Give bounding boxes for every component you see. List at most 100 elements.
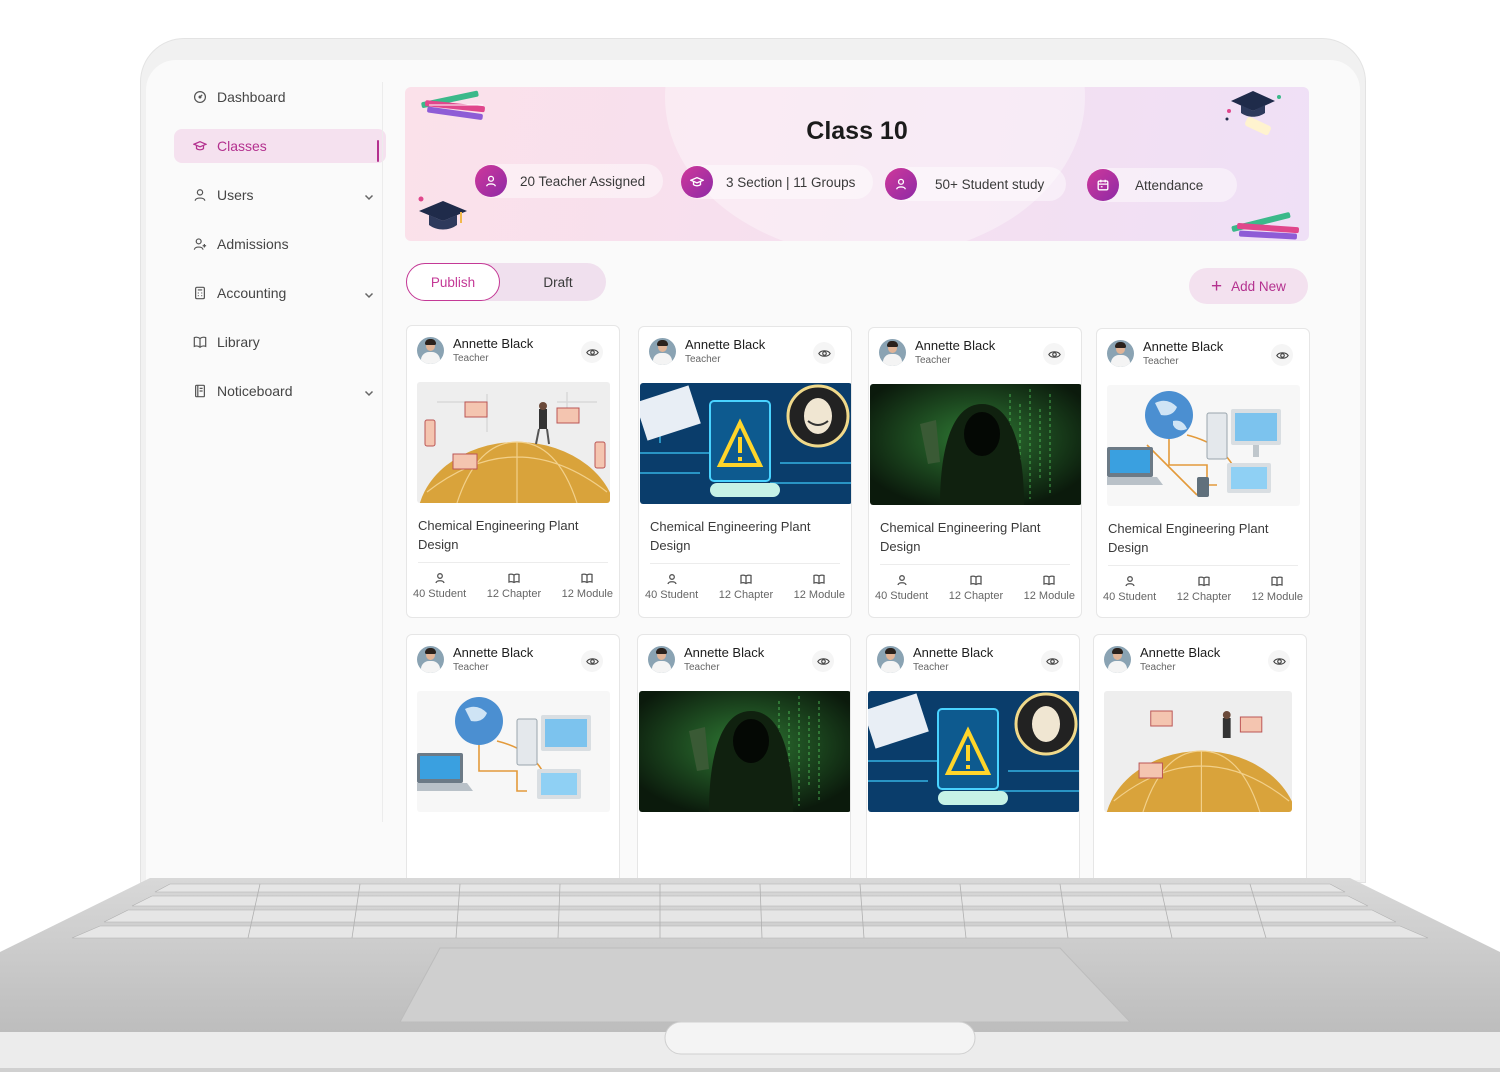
course-thumbnail — [639, 691, 850, 812]
eye-icon[interactable] — [1271, 344, 1293, 366]
stat-label: 20 Teacher Assigned — [520, 173, 646, 189]
eye-icon[interactable] — [1041, 650, 1063, 672]
course-card[interactable]: Annette Black Teacher — [406, 634, 620, 880]
tab-draft[interactable]: Draft — [510, 263, 606, 301]
graduation-cap-illustration — [418, 196, 467, 230]
stat-teachers[interactable]: 20 Teacher Assigned — [475, 164, 664, 198]
module-count: 12 Module — [561, 588, 613, 600]
teacher-role: Teacher — [913, 662, 949, 673]
sidebar-item-users[interactable]: Users — [174, 178, 386, 212]
add-new-button[interactable]: + Add New — [1189, 268, 1308, 304]
course-title: Chemical Engineering Plant Design — [650, 519, 811, 553]
course-title: Chemical Engineering Plant Design — [1108, 521, 1269, 555]
course-card[interactable]: Annette Black Teacher — [1093, 634, 1307, 880]
module-icon — [581, 573, 593, 584]
eye-icon[interactable] — [581, 650, 603, 672]
laptop-mockup: Dashboard Classes Users Admissions Accou… — [0, 0, 1500, 1086]
teacher-name: Annette Black — [684, 645, 765, 660]
chevron-down-icon[interactable] — [364, 287, 374, 299]
sidebar-item-dashboard[interactable]: Dashboard — [174, 80, 386, 114]
teacher-role: Teacher — [453, 662, 489, 673]
sidebar-item-label: Admissions — [217, 236, 289, 252]
user-icon — [666, 574, 677, 585]
user-icon — [192, 187, 208, 203]
sidebar-item-label: Users — [217, 187, 254, 203]
student-count: 40 Student — [875, 590, 929, 602]
avatar — [877, 645, 904, 673]
book-icon — [192, 334, 208, 350]
eye-icon[interactable] — [581, 341, 603, 363]
user-icon — [896, 575, 907, 586]
book-icon — [508, 573, 520, 584]
course-card[interactable]: Annette Black Teacher — [866, 634, 1080, 880]
active-indicator — [377, 140, 379, 162]
avatar — [649, 337, 676, 365]
calendar-icon — [1087, 169, 1119, 201]
teacher-name: Annette Black — [453, 645, 534, 660]
course-thumbnail — [870, 384, 1081, 505]
calculator-icon — [192, 285, 208, 301]
tab-publish[interactable]: Publish — [406, 263, 500, 301]
chevron-down-icon[interactable] — [364, 385, 374, 397]
course-card[interactable]: Annette Black Teacher — [637, 634, 851, 880]
dashboard-icon — [192, 89, 208, 105]
chapter-count: 12 Chapter — [486, 588, 542, 600]
avatar — [417, 645, 444, 673]
course-thumbnail — [640, 383, 851, 504]
sidebar-divider — [382, 82, 383, 822]
class-banner: Class 10 20 Teacher Assigned 3 Section |… — [405, 87, 1309, 241]
user-icon — [1124, 576, 1135, 587]
course-card[interactable]: Annette Black Teacher Chemical Engineeri… — [1096, 328, 1310, 618]
stat-attendance[interactable]: Attendance — [1087, 168, 1238, 202]
course-meta: 40 Student 12 Chapter 12 Module — [413, 572, 613, 600]
sidebar-item-admissions[interactable]: Admissions — [174, 227, 386, 261]
sidebar-item-label: Accounting — [217, 285, 287, 301]
teacher-name: Annette Black — [1143, 339, 1224, 354]
sidebar-item-label: Noticeboard — [217, 383, 293, 399]
user-icon — [885, 168, 917, 200]
avatar — [879, 338, 906, 366]
stat-label: 3 Section | 11 Groups — [726, 174, 856, 190]
student-count: 40 Student — [1103, 591, 1157, 603]
module-count: 12 Module — [793, 589, 845, 601]
eye-icon[interactable] — [812, 650, 834, 672]
student-count: 40 Student — [413, 588, 467, 600]
course-meta: 40 Student 12 Chapter 12 Module — [1103, 575, 1303, 603]
user-plus-icon — [192, 236, 208, 252]
eye-icon[interactable] — [1043, 343, 1065, 365]
sidebar-item-accounting[interactable]: Accounting — [174, 276, 386, 310]
sidebar: Dashboard Classes Users Admissions Accou… — [174, 80, 386, 423]
app-screen: Dashboard Classes Users Admissions Accou… — [146, 60, 1360, 880]
chevron-down-icon[interactable] — [364, 189, 374, 201]
course-card[interactable]: Annette Black Teacher — [406, 325, 620, 618]
teacher-name: Annette Black — [915, 338, 996, 353]
course-thumbnail — [417, 382, 610, 503]
course-title: Chemical Engineering Plant Design — [880, 520, 1041, 554]
stat-students[interactable]: 50+ Student study — [885, 167, 1067, 201]
teacher-name: Annette Black — [685, 337, 766, 352]
sidebar-item-library[interactable]: Library — [174, 325, 386, 359]
student-count: 40 Student — [645, 589, 699, 601]
eye-icon[interactable] — [813, 342, 835, 364]
avatar — [648, 645, 675, 673]
book-icon — [1198, 576, 1210, 587]
eye-icon[interactable] — [1268, 650, 1290, 672]
notice-icon — [192, 383, 208, 399]
chapter-count: 12 Chapter — [1176, 591, 1232, 603]
course-thumbnail — [1104, 691, 1292, 812]
sidebar-item-label: Library — [217, 334, 260, 350]
stat-label: 50+ Student study — [935, 176, 1045, 192]
stat-sections[interactable]: 3 Section | 11 Groups — [681, 165, 874, 199]
sidebar-item-label: Dashboard — [217, 89, 286, 105]
graduation-cap-icon — [192, 138, 208, 154]
avatar — [1107, 339, 1134, 367]
module-icon — [1043, 575, 1055, 586]
course-card[interactable]: Annette Black Teacher Chemical Engineerin… — [868, 327, 1082, 618]
course-card[interactable]: Annette Black Teacher Chemical Engineeri… — [638, 326, 852, 618]
course-thumbnail — [1107, 385, 1300, 506]
laptop-keyboard-base — [0, 872, 1500, 1086]
sidebar-item-classes[interactable]: Classes — [174, 129, 386, 163]
plus-icon: + — [1211, 275, 1223, 297]
sidebar-item-noticeboard[interactable]: Noticeboard — [174, 374, 386, 408]
chapter-count: 12 Chapter — [718, 589, 774, 601]
